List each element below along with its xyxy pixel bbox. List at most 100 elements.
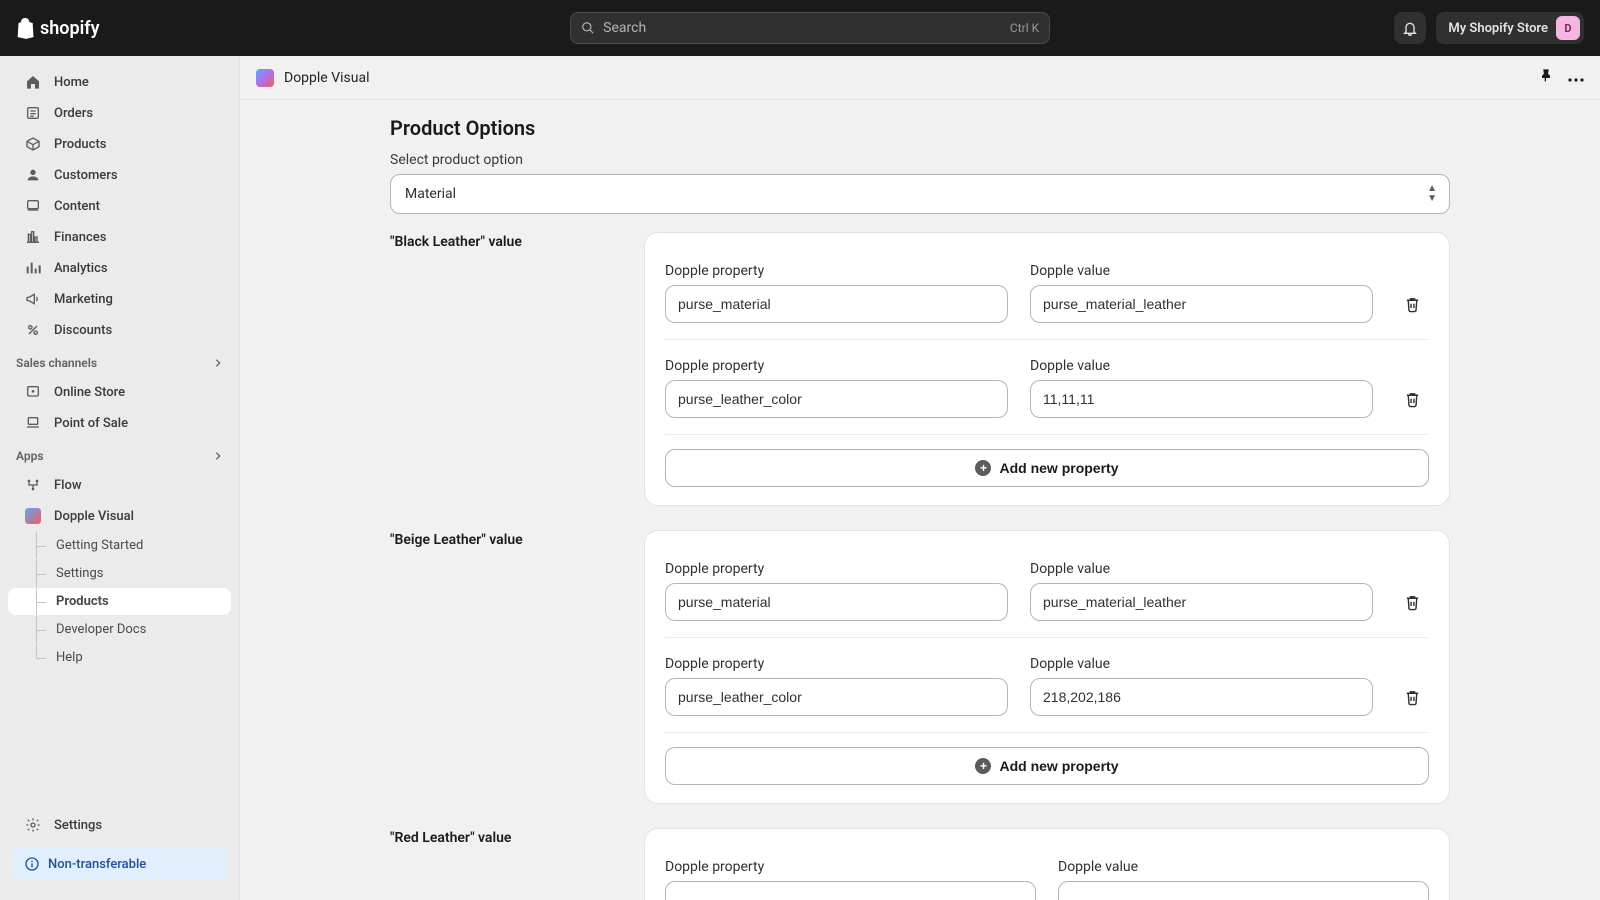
dopple-value-input[interactable] [1030,583,1373,621]
trash-icon [1404,296,1421,313]
content-header: Dopple Visual [240,56,1600,100]
section-title: Sales channels [16,356,97,370]
dopple-value-input[interactable] [1030,678,1373,716]
sidebar-subitem-help[interactable]: Help [8,644,231,671]
store-name: My Shopify Store [1448,21,1548,36]
value-card: Dopple property Dopple value [644,828,1450,900]
sidebar-item-label: Flow [54,478,82,493]
property-label: Dopple property [665,561,1008,577]
store-avatar: D [1556,16,1580,40]
trash-icon [1404,391,1421,408]
brand-name: shopify [40,18,100,39]
topbar: shopify Search Ctrl K My Shopify Store D [0,0,1600,56]
sidebar-item-label: Dopple Visual [54,509,134,524]
sidebar-subitem-getting-started[interactable]: Getting Started [8,532,231,559]
more-button[interactable] [1568,70,1584,86]
delete-property-button[interactable] [1395,285,1429,323]
value-section: "Black Leather" value Dopple property Do… [390,232,1450,506]
value-card: Dopple property Dopple value Dopple prop… [644,232,1450,506]
dopple-app-icon [256,69,274,87]
value-title: "Black Leather" value [390,232,620,250]
finances-icon [24,228,42,246]
value-label: Dopple value [1030,561,1373,577]
pos-icon [24,414,42,432]
sidebar-item-orders[interactable]: Orders [8,98,231,128]
delete-property-button[interactable] [1395,678,1429,716]
sidebar-subitem-settings[interactable]: Settings [8,560,231,587]
sidebar-item-discounts[interactable]: Discounts [8,315,231,345]
sidebar-item-label: Help [56,650,83,665]
value-title: "Beige Leather" value [390,530,620,548]
dopple-property-input[interactable] [665,678,1008,716]
sidebar-subitem-products[interactable]: Products [8,588,231,615]
delete-property-button[interactable] [1395,380,1429,418]
sidebar-item-content[interactable]: Content [8,191,231,221]
property-row: Dopple property Dopple value [665,637,1429,732]
sidebar-item-customers[interactable]: Customers [8,160,231,190]
sidebar-item-label: Customers [54,168,118,183]
sidebar-item-online-store[interactable]: Online Store [8,377,231,407]
sidebar-item-label: Products [56,594,109,609]
value-card: Dopple property Dopple value Dopple prop… [644,530,1450,804]
add-property-button[interactable]: + Add new property [665,747,1429,785]
more-icon [1568,78,1584,82]
page-title: Product Options [390,116,1450,140]
property-row: Dopple property Dopple value [665,847,1429,900]
search-input[interactable]: Search Ctrl K [570,12,1050,44]
dopple-property-input[interactable] [665,881,1036,900]
sidebar-item-point-of-sale[interactable]: Point of Sale [8,408,231,438]
sidebar-item-home[interactable]: Home [8,67,231,97]
non-transferable-badge[interactable]: Non-transferable [12,848,227,880]
value-section: "Beige Leather" value Dopple property Do… [390,530,1450,804]
sidebar-subitem-developer-docs[interactable]: Developer Docs [8,616,231,643]
sidebar-item-label: Marketing [54,292,113,307]
add-label: Add new property [999,460,1118,476]
sidebar-section-apps[interactable]: Apps [0,439,239,469]
sidebar-item-analytics[interactable]: Analytics [8,253,231,283]
dopple-property-input[interactable] [665,380,1008,418]
sidebar-item-label: Settings [56,566,103,581]
sidebar-item-marketing[interactable]: Marketing [8,284,231,314]
pin-icon [1538,68,1554,84]
search-icon [581,21,595,35]
notifications-button[interactable] [1394,12,1426,44]
sidebar-item-finances[interactable]: Finances [8,222,231,252]
pin-button[interactable] [1538,68,1554,88]
product-option-select[interactable]: Material ▲▼ [390,174,1450,214]
sidebar-item-label: Discounts [54,323,112,338]
sidebar-section-sales-channels[interactable]: Sales channels [0,346,239,376]
sidebar-item-dopple-visual[interactable]: Dopple Visual [8,501,231,531]
dopple-value-input[interactable] [1030,380,1373,418]
dopple-property-input[interactable] [665,285,1008,323]
dopple-value-input[interactable] [1030,285,1373,323]
analytics-icon [24,259,42,277]
main-scroll[interactable]: Product Options Select product option Ma… [240,100,1600,900]
sidebar-item-label: Settings [54,818,102,833]
sidebar-item-products[interactable]: Products [8,129,231,159]
value-label: Dopple value [1030,656,1373,672]
delete-property-button[interactable] [1395,583,1429,621]
home-icon [24,73,42,91]
value-section: "Red Leather" value Dopple property Dopp… [390,828,1450,900]
sidebar-item-label: Analytics [54,261,108,276]
dopple-property-input[interactable] [665,583,1008,621]
sidebar-item-label: Developer Docs [56,622,146,637]
brand-logo[interactable]: shopify [16,17,226,39]
property-row: Dopple property Dopple value [665,549,1429,637]
customers-icon [24,166,42,184]
value-label: Dopple value [1030,263,1373,279]
property-label: Dopple property [665,358,1008,374]
sidebar-item-label: Finances [54,230,106,245]
add-property-button[interactable]: + Add new property [665,449,1429,487]
sidebar-item-label: Home [54,75,89,90]
sidebar-item-label: Online Store [54,385,125,400]
store-selector[interactable]: My Shopify Store D [1436,12,1584,44]
select-caret-icon: ▲▼ [1427,184,1437,204]
search-placeholder: Search [603,20,646,36]
content-icon [24,197,42,215]
topbar-right: My Shopify Store D [1394,12,1584,44]
sidebar-item-settings[interactable]: Settings [8,810,231,840]
plus-circle-icon: + [975,758,991,774]
dopple-value-input[interactable] [1058,881,1429,900]
sidebar-item-flow[interactable]: Flow [8,470,231,500]
